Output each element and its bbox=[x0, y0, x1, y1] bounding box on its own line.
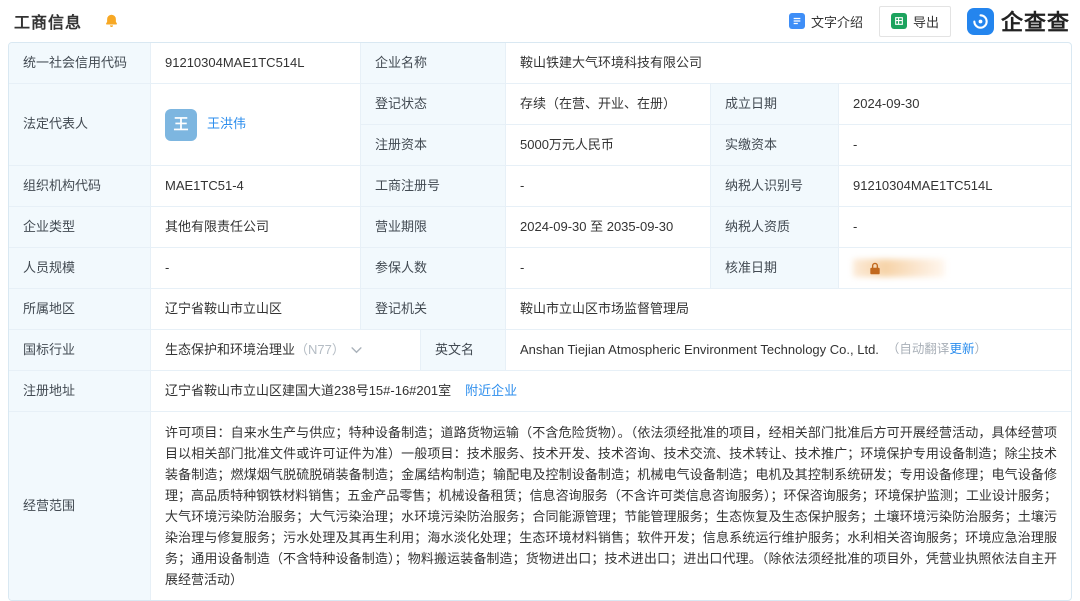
company-name-label: 企业名称 bbox=[361, 43, 506, 83]
page-title: 工商信息 bbox=[14, 9, 82, 33]
table-row: 注册地址 辽宁省鞍山市立山区建国大道238号15#-16#201室 附近企业 bbox=[9, 371, 1071, 412]
business-scope-label: 经营范围 bbox=[9, 412, 151, 600]
chevron-down-icon[interactable] bbox=[351, 347, 362, 354]
taxpayer-qualification-label: 纳税人资质 bbox=[711, 207, 839, 247]
qcc-logo[interactable]: 企查查 bbox=[967, 5, 1070, 37]
address-label: 注册地址 bbox=[9, 371, 151, 411]
legal-rep-value: 王 王洪伟 bbox=[151, 84, 361, 165]
biz-term-label: 营业期限 bbox=[361, 207, 506, 247]
industry-name: 生态保护和环境治理业 bbox=[165, 341, 295, 359]
paid-capital-value: - bbox=[839, 125, 1071, 165]
qcc-logo-text: 企查查 bbox=[1001, 5, 1070, 37]
reg-status-value: 存续（在营、开业、在册） bbox=[506, 84, 711, 124]
biz-term-value: 2024-09-30 至 2035-09-30 bbox=[506, 207, 711, 247]
region-label: 所属地区 bbox=[9, 289, 151, 329]
address-text: 辽宁省鞍山市立山区建国大道238号15#-16#201室 bbox=[165, 382, 451, 400]
company-type-label: 企业类型 bbox=[9, 207, 151, 247]
approval-date-label: 核准日期 bbox=[711, 248, 839, 288]
table-row: 所属地区 辽宁省鞍山市立山区 登记机关 鞍山市立山区市场监督管理局 bbox=[9, 289, 1071, 330]
table-row: 国标行业 生态保护和环境治理业 （N77） 英文名 Anshan Tiejian… bbox=[9, 330, 1071, 371]
credit-code-label: 统一社会信用代码 bbox=[9, 43, 151, 83]
nearby-companies-link[interactable]: 附近企业 bbox=[465, 382, 517, 400]
credit-code-value: 91210304MAE1TC514L bbox=[151, 43, 361, 83]
establish-date-label: 成立日期 bbox=[711, 84, 839, 124]
auto-translate-note: （自动翻译更新） bbox=[887, 341, 987, 359]
bell-icon[interactable] bbox=[104, 13, 119, 29]
staff-size-label: 人员规模 bbox=[9, 248, 151, 288]
table-subrow: 登记状态 存续（在营、开业、在册） 成立日期 2024-09-30 bbox=[361, 84, 1071, 125]
reg-authority-label: 登记机关 bbox=[361, 289, 506, 329]
paid-capital-label: 实缴资本 bbox=[711, 125, 839, 165]
hidden-date-blur bbox=[853, 258, 945, 278]
approval-date-value bbox=[839, 248, 1071, 288]
insured-count-value: - bbox=[506, 248, 711, 288]
translate-update-link[interactable]: 更新 bbox=[949, 342, 974, 356]
biz-reg-no-label: 工商注册号 bbox=[361, 166, 506, 206]
export-button[interactable]: 导出 bbox=[879, 6, 951, 37]
reg-authority-value: 鞍山市立山区市场监督管理局 bbox=[506, 289, 1071, 329]
taxpayer-id-value: 91210304MAE1TC514L bbox=[839, 166, 1071, 206]
reg-capital-label: 注册资本 bbox=[361, 125, 506, 165]
lock-icon[interactable] bbox=[869, 262, 881, 275]
reg-capital-value: 5000万元人民币 bbox=[506, 125, 711, 165]
table-row: 统一社会信用代码 91210304MAE1TC514L 企业名称 鞍山铁建大气环… bbox=[9, 43, 1071, 84]
insured-count-label: 参保人数 bbox=[361, 248, 506, 288]
english-name-text: Anshan Tiejian Atmospheric Environment T… bbox=[520, 341, 879, 359]
establish-date-value: 2024-09-30 bbox=[839, 84, 1071, 124]
staff-size-value: - bbox=[151, 248, 361, 288]
text-intro-button[interactable]: 文字介绍 bbox=[789, 12, 863, 31]
english-name-value: Anshan Tiejian Atmospheric Environment T… bbox=[506, 330, 1071, 370]
business-info-table: 统一社会信用代码 91210304MAE1TC514L 企业名称 鞍山铁建大气环… bbox=[8, 42, 1072, 601]
table-row: 组织机构代码 MAE1TC51-4 工商注册号 - 纳税人识别号 9121030… bbox=[9, 166, 1071, 207]
business-scope-value: 许可项目：自来水生产与供应；特种设备制造；道路货物运输（不含危险货物）。（依法须… bbox=[151, 412, 1071, 600]
taxpayer-qualification-value: - bbox=[839, 207, 1071, 247]
section-header: 工商信息 文字介绍 导出 企查查 bbox=[0, 0, 1080, 42]
table-row: 经营范围 许可项目：自来水生产与供应；特种设备制造；道路货物运输（不含危险货物）… bbox=[9, 412, 1071, 600]
table-subrow: 注册资本 5000万元人民币 实缴资本 - bbox=[361, 125, 1071, 165]
english-name-label: 英文名 bbox=[421, 330, 506, 370]
table-row: 人员规模 - 参保人数 - 核准日期 bbox=[9, 248, 1071, 289]
qcc-logo-icon bbox=[967, 8, 994, 35]
industry-label: 国标行业 bbox=[9, 330, 151, 370]
export-label: 导出 bbox=[913, 12, 939, 31]
address-value: 辽宁省鞍山市立山区建国大道238号15#-16#201室 附近企业 bbox=[151, 371, 1071, 411]
biz-reg-no-value: - bbox=[506, 166, 711, 206]
excel-icon bbox=[891, 13, 907, 29]
industry-value: 生态保护和环境治理业 （N77） bbox=[151, 330, 421, 370]
header-actions: 文字介绍 导出 企查查 bbox=[789, 5, 1070, 37]
avatar[interactable]: 王 bbox=[165, 109, 197, 141]
blurred-value bbox=[853, 259, 945, 277]
table-row: 法定代表人 王 王洪伟 登记状态 存续（在营、开业、在册） 成立日期 2024-… bbox=[9, 84, 1071, 166]
table-row: 企业类型 其他有限责任公司 营业期限 2024-09-30 至 2035-09-… bbox=[9, 207, 1071, 248]
taxpayer-id-label: 纳税人识别号 bbox=[711, 166, 839, 206]
text-intro-icon bbox=[789, 13, 805, 29]
reg-status-label: 登记状态 bbox=[361, 84, 506, 124]
org-code-value: MAE1TC51-4 bbox=[151, 166, 361, 206]
industry-code: （N77） bbox=[295, 341, 345, 359]
company-name-value: 鞍山铁建大气环境科技有限公司 bbox=[506, 43, 1071, 83]
region-value: 辽宁省鞍山市立山区 bbox=[151, 289, 361, 329]
text-intro-label: 文字介绍 bbox=[811, 12, 863, 31]
legal-rep-label: 法定代表人 bbox=[9, 84, 151, 165]
legal-rep-name-link[interactable]: 王洪伟 bbox=[207, 115, 246, 133]
legal-rep-right-block: 登记状态 存续（在营、开业、在册） 成立日期 2024-09-30 注册资本 5… bbox=[361, 84, 1071, 165]
company-type-value: 其他有限责任公司 bbox=[151, 207, 361, 247]
org-code-label: 组织机构代码 bbox=[9, 166, 151, 206]
